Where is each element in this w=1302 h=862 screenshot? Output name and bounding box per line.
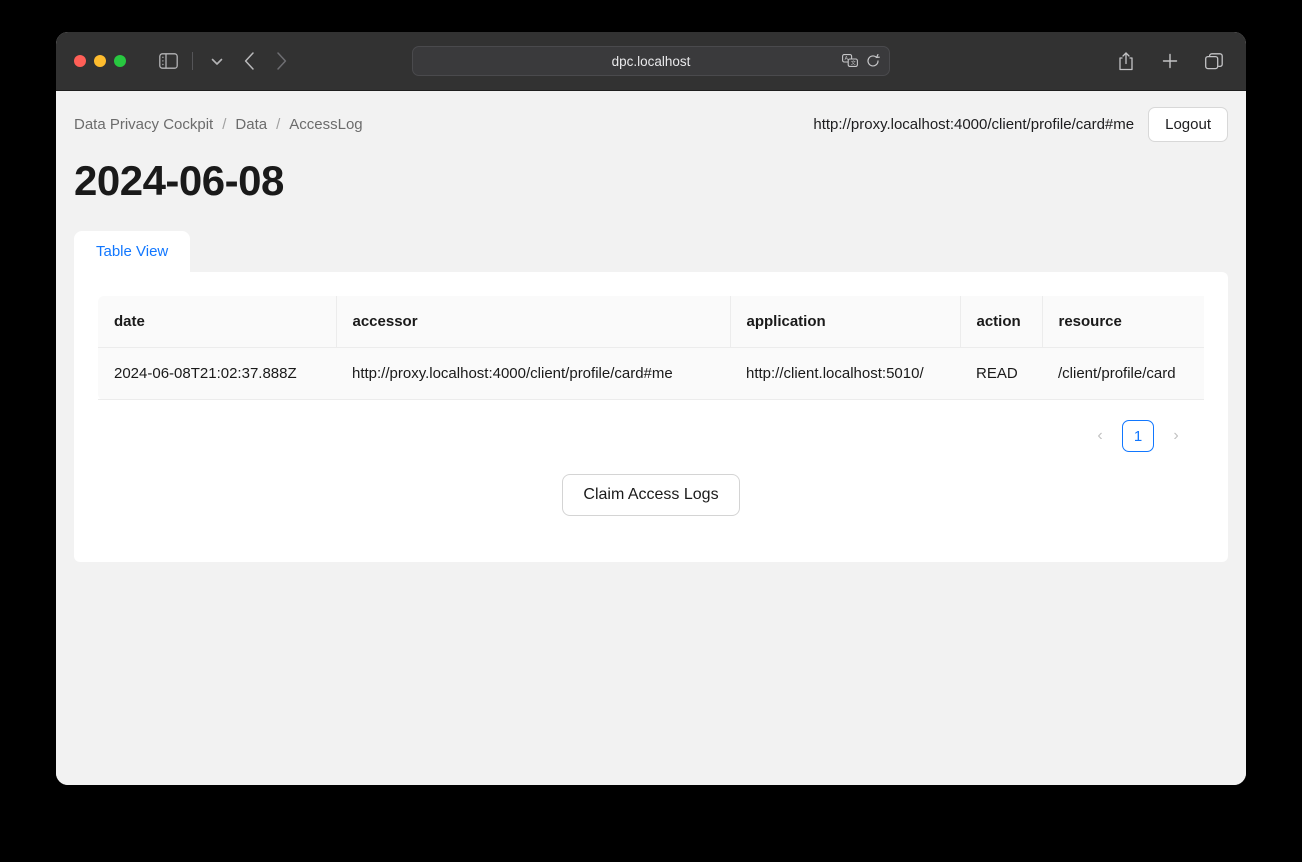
breadcrumb: Data Privacy Cockpit / Data / AccessLog xyxy=(74,116,363,133)
user-identity-url: http://proxy.localhost:4000/client/profi… xyxy=(813,115,1135,133)
claim-row: Claim Access Logs xyxy=(98,474,1204,516)
pagination-next-button[interactable]: › xyxy=(1160,420,1192,452)
chevron-down-icon[interactable] xyxy=(203,48,231,74)
maximize-window-button[interactable] xyxy=(114,55,126,67)
share-icon[interactable] xyxy=(1112,48,1140,74)
tab-bar: Table View xyxy=(56,205,1246,272)
access-log-table-wrapper: date accessor application action resourc… xyxy=(98,296,1204,400)
cell-action: READ xyxy=(960,347,1042,400)
tab-table-view[interactable]: Table View xyxy=(74,231,191,272)
forward-arrow-icon[interactable] xyxy=(267,48,295,74)
close-window-button[interactable] xyxy=(74,55,86,67)
table-header: date accessor application action resourc… xyxy=(98,296,1204,348)
breadcrumb-item-root[interactable]: Data Privacy Cockpit xyxy=(74,116,213,133)
pagination-page-1[interactable]: 1 xyxy=(1122,420,1154,452)
column-header-accessor[interactable]: accessor xyxy=(336,296,731,348)
access-log-table: date accessor application action resourc… xyxy=(98,296,1204,400)
breadcrumb-separator: / xyxy=(222,115,227,133)
breadcrumb-item-accesslog[interactable]: AccessLog xyxy=(289,116,362,133)
sidebar-toggle-icon[interactable] xyxy=(154,48,182,74)
logout-button[interactable]: Logout xyxy=(1148,106,1228,142)
browser-window: dpc.localhost A 文 Data Privacy Cockpit /… xyxy=(56,32,1246,785)
cell-accessor: http://proxy.localhost:4000/client/profi… xyxy=(336,347,730,400)
minimize-window-button[interactable] xyxy=(94,55,106,67)
svg-text:文: 文 xyxy=(851,60,856,67)
page-title: 2024-06-08 xyxy=(74,157,284,204)
claim-access-logs-button[interactable]: Claim Access Logs xyxy=(562,474,740,516)
column-header-resource[interactable]: resource xyxy=(1042,296,1204,348)
column-header-date[interactable]: date xyxy=(98,296,337,348)
navigation-controls xyxy=(154,48,295,74)
plus-icon[interactable] xyxy=(1156,48,1184,74)
app-topbar: Data Privacy Cockpit / Data / AccessLog … xyxy=(56,91,1246,143)
table-header-row: date accessor application action resourc… xyxy=(98,296,1204,348)
tab-overview-icon[interactable] xyxy=(1200,48,1228,74)
breadcrumb-item-data[interactable]: Data xyxy=(235,116,267,133)
content-panel: date accessor application action resourc… xyxy=(74,272,1228,562)
pagination-prev-button[interactable]: ‹ xyxy=(1084,420,1116,452)
cell-date: 2024-06-08T21:02:37.888Z xyxy=(98,347,336,400)
address-bar-icons: A 文 xyxy=(842,47,880,75)
toolbar-right-actions xyxy=(1112,48,1228,74)
cell-application: http://client.localhost:5010/ xyxy=(730,347,960,400)
column-header-application[interactable]: application xyxy=(730,296,961,348)
browser-titlebar: dpc.localhost A 文 xyxy=(56,32,1246,91)
reload-icon[interactable] xyxy=(866,54,880,68)
pagination: ‹ 1 › xyxy=(98,420,1204,452)
topbar-right: http://proxy.localhost:4000/client/profi… xyxy=(813,106,1228,142)
column-header-action[interactable]: action xyxy=(960,296,1043,348)
toolbar-divider xyxy=(192,52,193,70)
page-content: Data Privacy Cockpit / Data / AccessLog … xyxy=(56,91,1246,785)
translate-icon[interactable]: A 文 xyxy=(842,54,858,68)
table-body: 2024-06-08T21:02:37.888Z http://proxy.lo… xyxy=(98,347,1204,400)
back-arrow-icon[interactable] xyxy=(235,48,263,74)
cell-resource: /client/profile/card xyxy=(1042,347,1204,400)
breadcrumb-separator: / xyxy=(276,115,281,133)
address-bar-text: dpc.localhost xyxy=(611,53,691,69)
address-bar[interactable]: dpc.localhost A 文 xyxy=(412,46,890,76)
table-row[interactable]: 2024-06-08T21:02:37.888Z http://proxy.lo… xyxy=(98,347,1204,400)
window-controls xyxy=(74,55,126,67)
